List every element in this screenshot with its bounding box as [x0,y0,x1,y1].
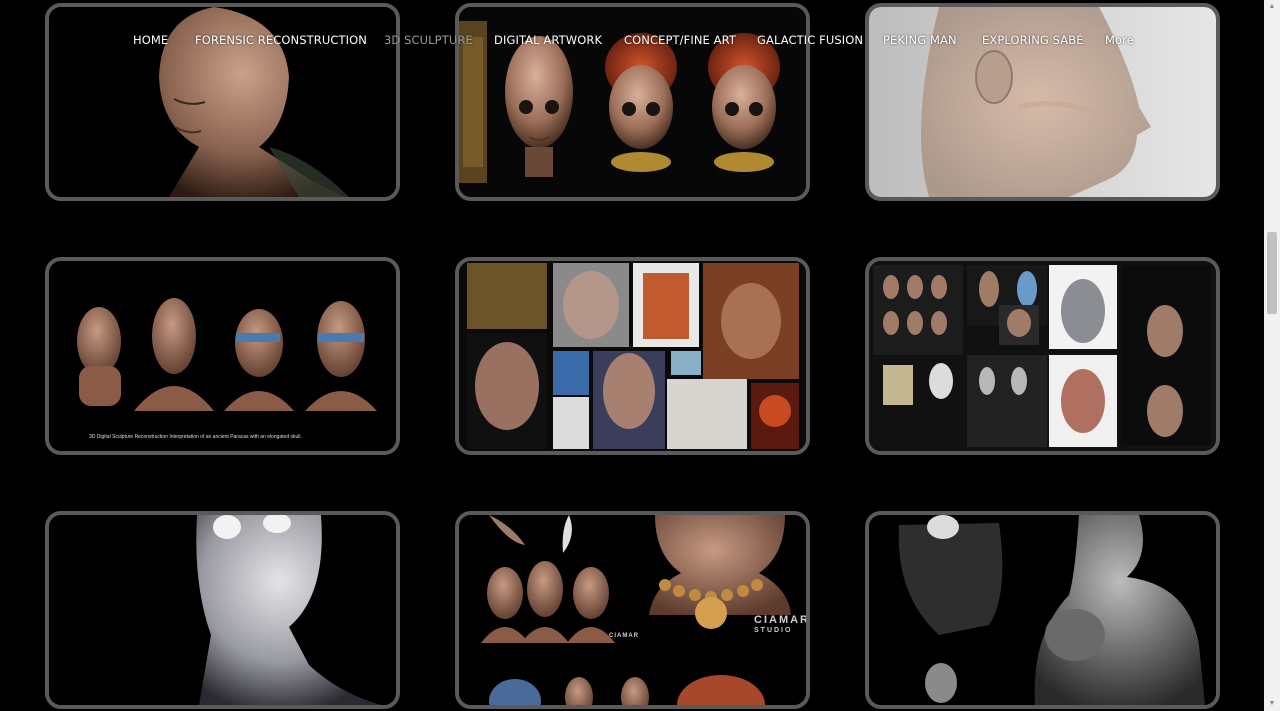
nav-digital-artwork[interactable]: DIGITAL ARTWORK [494,33,602,47]
nav-exploring-sabe[interactable]: EXPLORING SABÉ [982,33,1084,47]
scrollbar-thumb[interactable] [1267,232,1277,314]
nav-more[interactable]: More [1105,33,1134,47]
ciamar-busts-image [459,515,806,705]
gallery-tile-paracas-busts-panel[interactable]: 3D Digital Sculpture Reconstruction Inte… [45,257,400,455]
vertical-scrollbar[interactable]: ▲ ▼ [1264,0,1280,711]
nav-home[interactable]: HOME [133,33,168,47]
ciamar-watermark: CIAMAR [754,614,810,626]
monochrome-warrior-image [869,515,1216,705]
nav-peking-man[interactable]: PEKING MAN [883,33,957,47]
scroll-down-arrow-icon[interactable]: ▼ [1264,697,1280,711]
bust-1 [77,307,121,406]
nav-galactic-fusion[interactable]: GALACTIC FUSION [757,33,863,47]
gallery-tile-ciamar-busts[interactable]: CIAMAR STUDIO CIAMAR [455,511,810,709]
reconstruction-collage-image [459,261,806,451]
scroll-up-arrow-icon[interactable]: ▲ [1264,0,1280,14]
studio-watermark: STUDIO [754,627,793,634]
process-sheet-image [869,261,1216,451]
nav-3d-sculpture[interactable]: 3D SCULPTURE [384,33,473,47]
nav-forensic-reconstruction[interactable]: FORENSIC RECONSTRUCTION [195,33,367,47]
gallery-tile-monochrome-warrior[interactable] [865,511,1220,709]
main-nav: HOME FORENSIC RECONSTRUCTION 3D SCULPTUR… [0,33,1264,51]
paracas-busts-image [49,261,396,451]
gallery-tile-reconstruction-collage[interactable] [455,257,810,455]
page: HOME FORENSIC RECONSTRUCTION 3D SCULPTUR… [0,0,1280,711]
tile-caption: 3D Digital Sculpture Reconstruction Inte… [89,434,302,440]
ciamar-small-watermark: CIAMAR [609,633,639,639]
nav-concept-fine-art[interactable]: CONCEPT/FINE ART [624,33,736,47]
gallery-tile-sculpture-process-sheet[interactable] [865,257,1220,455]
gallery-tile-wide-eyed-figure[interactable] [45,511,400,709]
wide-eyed-figure-image [49,515,396,705]
